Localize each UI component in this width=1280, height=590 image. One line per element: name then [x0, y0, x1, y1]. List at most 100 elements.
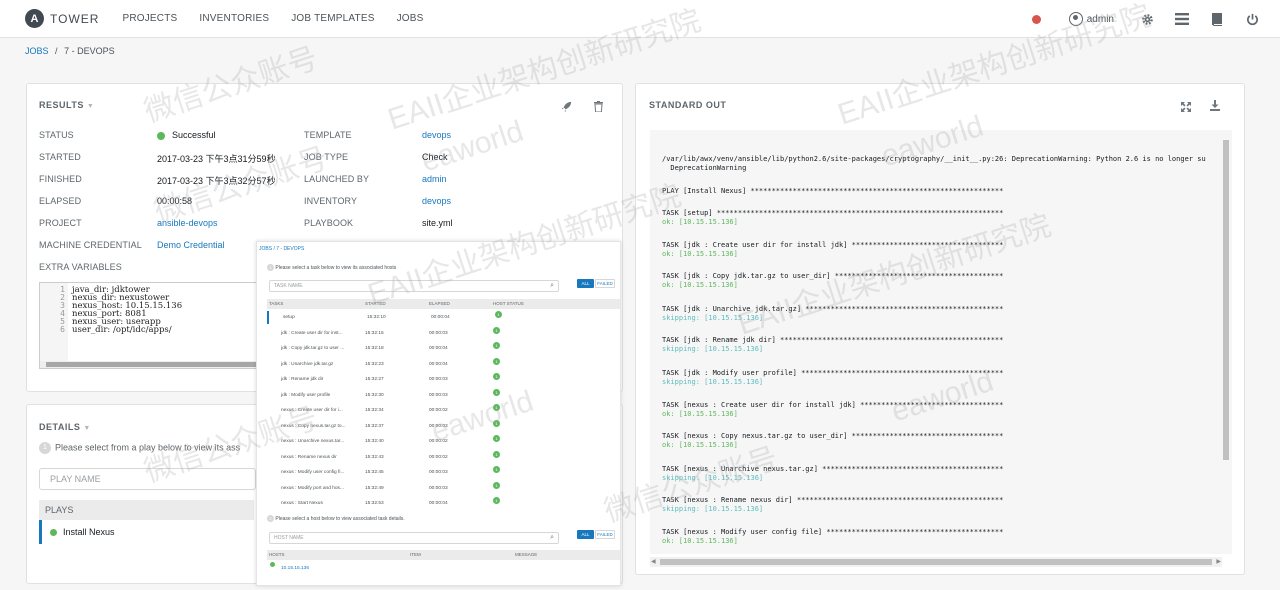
host-filter-all-button[interactable]: ALL	[577, 530, 594, 539]
console-line: TASK [jdk : Unarchive jdk.tar.gz] ******…	[662, 305, 1004, 313]
ok-count-badge: 1	[493, 450, 500, 458]
task-name: nexus : Rename nexus dir	[281, 454, 337, 460]
host-row[interactable]: 10.15.15.136	[267, 562, 620, 575]
host-name-search-input[interactable]: HOST NAME ⌕	[269, 532, 559, 544]
breadcrumb: JOBS / 7 - DEVOPS	[25, 46, 115, 56]
nav-jobs[interactable]: JOBS	[397, 13, 424, 24]
task-row[interactable]: nexus : Start Nexus 15:32:53 00:00:04 1	[267, 497, 620, 510]
extra-variables-editor[interactable]: 123456 java_dir: jdktower nexus_dir: nexu…	[39, 282, 261, 369]
download-icon[interactable]	[1210, 98, 1220, 116]
scroll-right-icon[interactable]: ▶	[1216, 557, 1221, 567]
task-name-placeholder: TASK NAME	[274, 283, 303, 289]
task-started: 15:32:30	[365, 392, 384, 398]
nav-job-templates[interactable]: JOB TEMPLATES	[291, 13, 374, 24]
delete-icon[interactable]	[594, 99, 603, 117]
task-name-search-input[interactable]: TASK NAME ⌕	[269, 280, 559, 292]
details-title[interactable]: DETAILS ▼	[39, 422, 91, 432]
task-name: nexus : Modify user config fi...	[281, 470, 345, 475]
task-name: nexus : Copy nexus.tar.gz to...	[281, 423, 346, 429]
standard-out-title: STANDARD OUT	[649, 100, 727, 110]
task-started: 15:32:45	[365, 470, 384, 475]
launched-by-link[interactable]: admin	[422, 174, 447, 184]
filter-all-button[interactable]: ALL	[577, 279, 594, 288]
play-item-install-nexus[interactable]: Install Nexus	[39, 520, 254, 544]
task-started: 15:32:43	[365, 454, 384, 460]
task-row[interactable]: jdk : Unarchive jdk.tar.gz 15:32:23 00:00:…	[267, 357, 620, 371]
console-line: skipping: [10.15.15.136]	[662, 378, 764, 386]
scrollbar-thumb[interactable]	[46, 362, 256, 367]
task-elapsed: 00:00:04	[429, 501, 448, 506]
task-row[interactable]: nexus : Create user dir for i... 15:32:34…	[267, 404, 620, 417]
console-vertical-scrollbar[interactable]	[1222, 140, 1230, 554]
book-icon[interactable]	[1210, 12, 1224, 26]
console-line: skipping: [10.15.15.136]	[662, 314, 764, 322]
editor-line-numbers: 123456	[40, 283, 68, 363]
task-row[interactable]: nexus : Copy nexus.tar.gz to... 15:32:37 0…	[267, 419, 620, 433]
tower-logo[interactable]: A TOWER	[25, 9, 99, 28]
task-row[interactable]: nexus : Modify port and hos... 15:32:49 00…	[267, 481, 620, 495]
standard-out-console[interactable]: /var/lib/awx/venv/ansible/lib/python2.6/…	[650, 130, 1232, 554]
task-started: 15:32:27	[365, 377, 384, 382]
job-type-label: JOB TYPE	[304, 152, 349, 162]
nav-menu: PROJECTS INVENTORIES JOB TEMPLATES JOBS	[122, 13, 445, 24]
list-icon[interactable]	[1175, 12, 1189, 26]
nav-inventories[interactable]: INVENTORIES	[199, 13, 269, 24]
col-tasks: TASKS	[269, 301, 284, 306]
user-menu[interactable]: admin	[1068, 12, 1114, 26]
finished-value: 2017-03-23 下午3点32分57秒	[157, 176, 276, 186]
inventory-link[interactable]: devops	[422, 196, 451, 206]
task-row[interactable]: nexus : Unarchive nexus.tar... 15:32:40 00…	[267, 435, 620, 448]
search-icon: ⌕	[550, 282, 554, 289]
project-label: PROJECT	[39, 218, 82, 228]
editor-horizontal-scrollbar[interactable]	[40, 361, 260, 368]
task-row[interactable]: jdk : Modify user profile 15:32:30 00:00:0…	[267, 388, 620, 402]
console-line: DeprecationWarning	[662, 164, 747, 172]
ok-count-badge: 1	[493, 326, 500, 334]
power-icon[interactable]	[1245, 12, 1259, 26]
step-number-badge: 2	[267, 515, 274, 522]
task-row[interactable]: nexus : Rename nexus dir 15:32:43 00:00:02…	[267, 450, 620, 464]
overlay-host-hint: 2 Please select a host below to view ass…	[267, 515, 405, 522]
machine-credential-link[interactable]: Demo Credential	[157, 240, 225, 250]
task-row[interactable]: jdk : Create user dir for inst... 15:32:1…	[267, 326, 620, 340]
task-elapsed: 00:00:02	[429, 408, 448, 413]
search-icon: ⌕	[550, 534, 554, 541]
breadcrumb-jobs[interactable]: JOBS	[25, 46, 49, 56]
expand-icon[interactable]	[1181, 99, 1191, 117]
user-icon	[1068, 12, 1083, 26]
nav-projects[interactable]: PROJECTS	[122, 13, 177, 24]
host-name[interactable]: 10.15.15.136	[281, 562, 309, 575]
host-filter-failed-button[interactable]: FAILED	[595, 530, 615, 539]
rocket-icon[interactable]	[561, 99, 572, 117]
activity-status-indicator[interactable]	[1031, 14, 1041, 24]
nav-right: admin	[1031, 0, 1280, 38]
play-name-search-input[interactable]: PLAY NAME	[39, 468, 256, 490]
filter-failed-button[interactable]: FAILED	[595, 279, 615, 288]
status-value: Successful	[157, 130, 216, 140]
user-name: admin	[1086, 13, 1114, 25]
results-title[interactable]: RESULTS ▼	[39, 100, 94, 110]
ok-count-badge: 1	[493, 435, 500, 442]
project-link[interactable]: ansible-devops	[157, 218, 218, 228]
scrollbar-thumb[interactable]	[1223, 140, 1229, 460]
task-elapsed: 00:00:02	[429, 439, 448, 444]
play-name-placeholder: PLAY NAME	[50, 474, 101, 484]
task-row[interactable]: jdk : Copy jdk.tar.gz to user ... 15:32:1…	[267, 342, 620, 355]
tasks-overlay-screenshot: JOBS / 7 - DEVOPS 1 Please select a task…	[256, 241, 621, 586]
caret-down-icon: ▼	[83, 425, 91, 432]
task-row[interactable]: jdk : Rename jdk dir 15:32:27 00:00:03 1	[267, 373, 620, 386]
task-name: jdk : Copy jdk.tar.gz to user ...	[281, 346, 345, 351]
task-name: jdk : Modify user profile	[281, 392, 331, 398]
step-number-badge: 1	[267, 264, 274, 271]
status-label: STATUS	[39, 130, 74, 140]
template-link[interactable]: devops	[422, 130, 451, 140]
task-row[interactable]: nexus : Modify user config fi... 15:32:45…	[267, 466, 620, 479]
scroll-left-icon[interactable]: ◀	[651, 557, 656, 567]
task-row[interactable]: setup 15:32:10 00:00:04 1	[267, 311, 620, 324]
console-line: TASK [nexus : Unarchive nexus.tar.gz] **…	[662, 465, 1004, 473]
scrollbar-thumb[interactable]	[660, 559, 1212, 565]
gear-icon[interactable]	[1140, 12, 1154, 26]
elapsed-label: ELAPSED	[39, 196, 82, 206]
console-horizontal-scrollbar[interactable]: ◀ ▶	[650, 557, 1222, 567]
started-label: STARTED	[39, 152, 81, 162]
